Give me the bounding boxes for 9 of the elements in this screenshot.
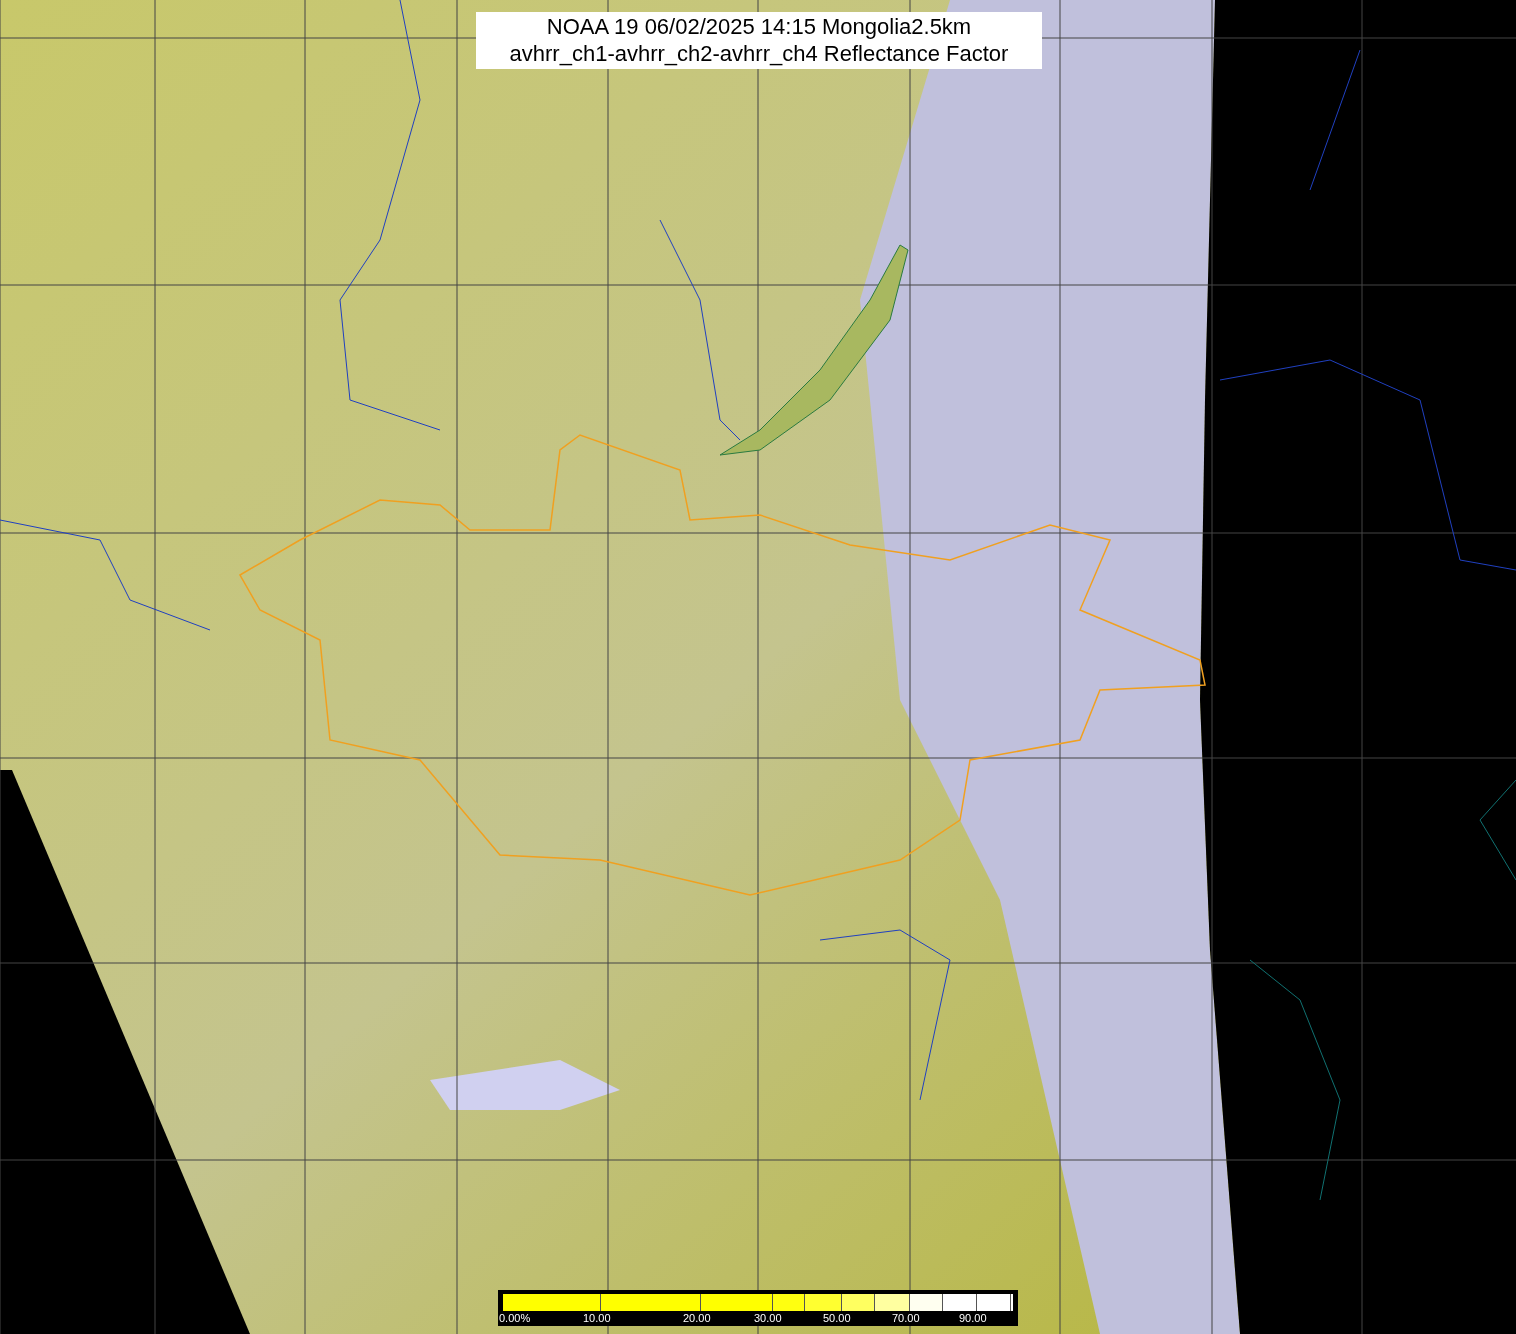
tick-label: 20.00 [683,1312,711,1325]
tick-label: 70.00 [892,1312,920,1325]
tick-label: 0.00% [499,1312,531,1325]
tick-label: 90.00 [959,1312,987,1325]
map-title: NOAA 19 06/02/2025 14:15 Mongolia2.5km [546,13,972,40]
tick-label: 50.00 [823,1312,851,1325]
tick-label: 30.00 [754,1312,782,1325]
map-title: avhrr_ch1-avhrr_ch2-avhrr_ch4 Reflectance Factor [509,40,1009,67]
tick-label: 10.00 [583,1312,611,1325]
